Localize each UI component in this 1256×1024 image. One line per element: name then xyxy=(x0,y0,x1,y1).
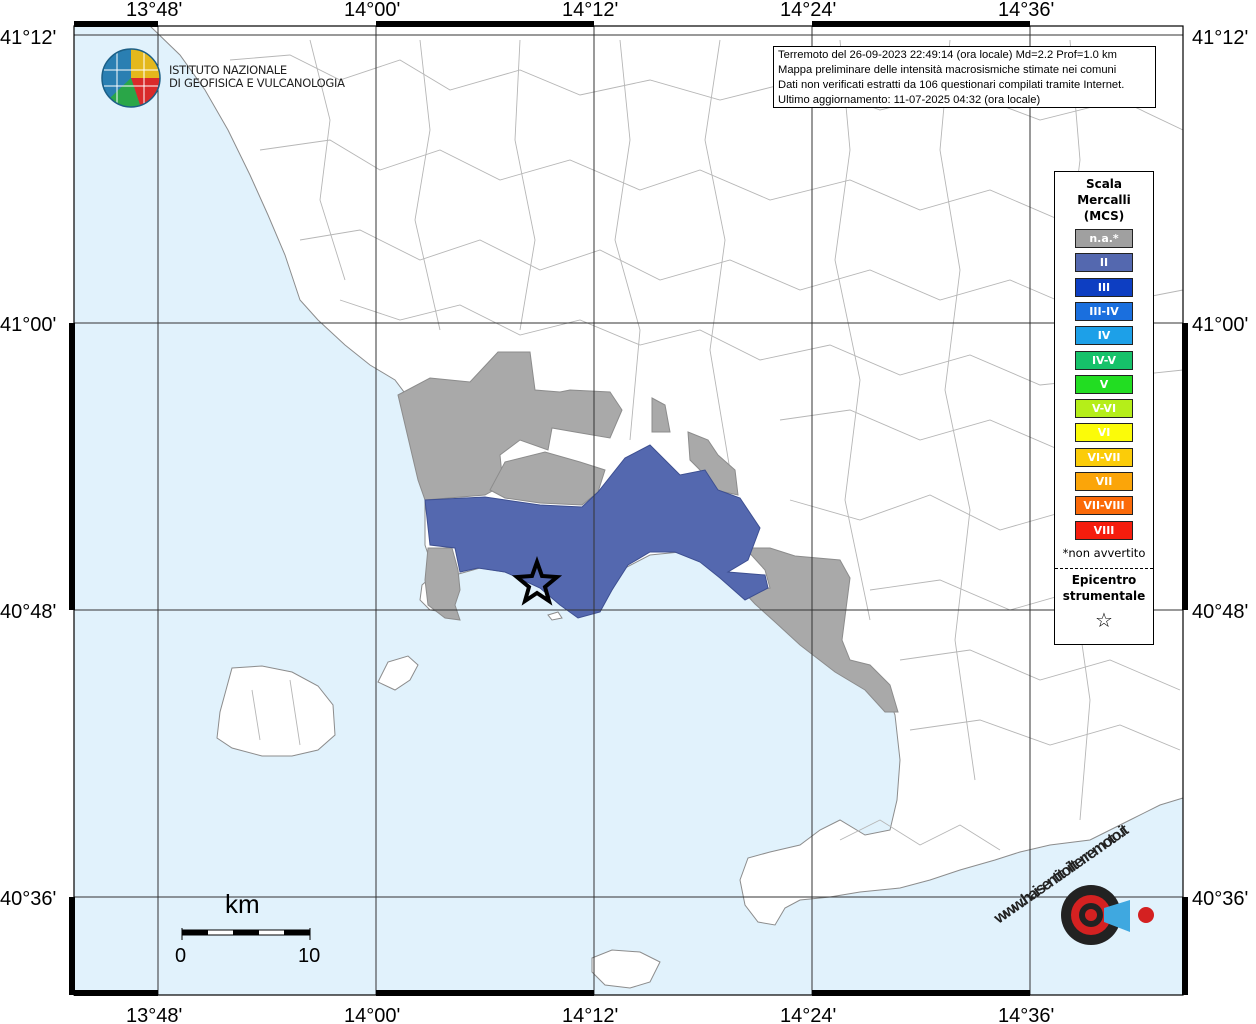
scale-unit: km xyxy=(225,889,260,919)
lon-tick-bottom: 14°12' xyxy=(562,1005,618,1024)
legend-star-icon: ☆ xyxy=(1095,608,1113,632)
lon-tick-bottom: 14°00' xyxy=(344,1005,400,1024)
lon-tick-bottom: 13°48' xyxy=(126,1005,182,1024)
info-line: Terremoto del 26-09-2023 22:49:14 (ora l… xyxy=(778,49,1117,61)
legend-divider xyxy=(1055,568,1153,569)
ingv-logo-text: ISTITUTO NAZIONALE DI GEOFISICA E VULCAN… xyxy=(169,64,345,90)
legend-swatch: IV-V xyxy=(1075,350,1133,370)
lat-tick-left: 41°00' xyxy=(0,314,56,336)
legend-title: Scala Mercalli (MCS) xyxy=(1055,176,1153,224)
info-line: Ultimo aggiornamento: 11-07-2025 04:32 (… xyxy=(778,94,1041,106)
lat-tick-left: 41°12' xyxy=(0,27,56,49)
legend-title-line: Scala xyxy=(1085,177,1123,191)
legend-title-line: (MCS) xyxy=(1083,209,1125,223)
lon-tick-top: 14°12' xyxy=(562,0,618,21)
lon-tick-top: 14°24' xyxy=(780,0,836,21)
legend-swatch: VII-VIII xyxy=(1075,496,1133,516)
event-info-box: Terremoto del 26-09-2023 22:49:14 (ora l… xyxy=(773,46,1156,108)
legend-swatch: II xyxy=(1075,253,1133,273)
lat-tick-right: 40°48' xyxy=(1192,601,1248,623)
legend-swatch: IV xyxy=(1075,326,1133,346)
mcs-legend: Scala Mercalli (MCS) n.a.* II III III-IV IV I… xyxy=(1054,171,1154,645)
lat-tick-left: 40°48' xyxy=(0,601,56,623)
lat-tick-right: 40°36' xyxy=(1192,888,1248,910)
logo-line: DI GEOFISICA E VULCANOLOGIA xyxy=(169,76,345,90)
legend-epicentre-label: Epicentro strumentale xyxy=(1055,572,1153,604)
legend-epicentre-line: Epicentro xyxy=(1071,573,1137,587)
lon-tick-top: 14°36' xyxy=(998,0,1054,21)
legend-swatch: VI xyxy=(1075,423,1133,443)
legend-swatch: V-VI xyxy=(1075,399,1133,419)
legend-swatch: III-IV xyxy=(1075,301,1133,321)
legend-swatch: n.a.* xyxy=(1075,229,1133,248)
legend-title-line: Mercalli xyxy=(1077,193,1131,207)
lon-tick-bottom: 14°36' xyxy=(998,1005,1054,1024)
lon-tick-top: 14°00' xyxy=(344,0,400,21)
legend-note: *non avvertito xyxy=(1062,546,1146,560)
info-line: Mappa preliminare delle intensità macros… xyxy=(778,64,1117,76)
lat-tick-left: 40°36' xyxy=(0,888,56,910)
legend-swatch: VIII xyxy=(1075,520,1133,540)
legend-swatch: V xyxy=(1075,374,1133,394)
legend-swatch: VII xyxy=(1075,472,1133,491)
legend-swatch: VI-VII xyxy=(1075,447,1133,467)
legend-swatch: III xyxy=(1075,277,1133,297)
info-line: Dati non verificati estratti da 106 ques… xyxy=(778,79,1125,91)
scale-start: 0 xyxy=(175,945,187,967)
lon-tick-top: 13°48' xyxy=(126,0,182,21)
scale-end: 10 xyxy=(298,945,321,967)
lat-tick-right: 41°00' xyxy=(1192,314,1248,336)
ingv-globe-icon xyxy=(101,48,161,108)
lat-tick-right: 41°12' xyxy=(1192,27,1248,49)
lon-tick-bottom: 14°24' xyxy=(780,1005,836,1024)
legend-epicentre-line: strumentale xyxy=(1062,589,1146,603)
